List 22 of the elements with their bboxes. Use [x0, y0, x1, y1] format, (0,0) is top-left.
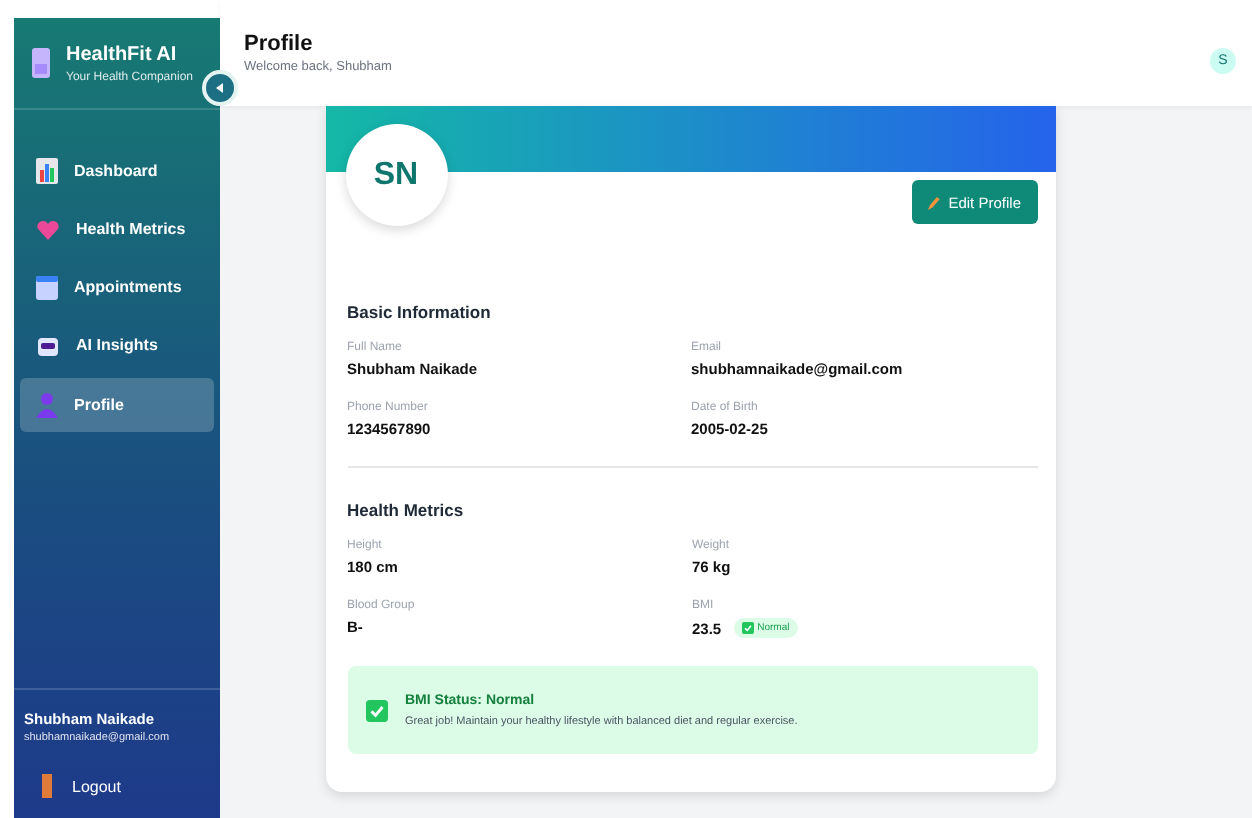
section-title: Health Metrics: [347, 500, 466, 520]
logout-button[interactable]: Logout: [14, 756, 220, 818]
nav-item[interactable]: Dashboard: [20, 146, 214, 196]
pencil-icon: [928, 195, 941, 209]
robot-icon: [36, 333, 60, 357]
door-icon: [42, 774, 52, 798]
check-icon: [365, 699, 387, 721]
nav-item[interactable]: Health Metrics: [20, 204, 214, 254]
chevron-left-icon: [214, 82, 226, 94]
check-icon: [741, 622, 754, 634]
nav-item[interactable]: AI Insights: [20, 320, 214, 370]
calendar-icon: [36, 275, 58, 299]
nav-item[interactable]: Profile: [20, 378, 214, 432]
heart-icon: [36, 217, 60, 241]
bar-chart-icon: [36, 158, 58, 184]
person-icon: [36, 392, 58, 418]
collapse-button[interactable]: [202, 70, 238, 106]
section-title: Basic Information: [347, 302, 493, 322]
nav-item[interactable]: Appointments: [20, 262, 214, 312]
app-title: HealthFit AI: [66, 43, 179, 65]
page-title: Profile: [244, 32, 315, 56]
app-logo-icon: [32, 48, 50, 78]
